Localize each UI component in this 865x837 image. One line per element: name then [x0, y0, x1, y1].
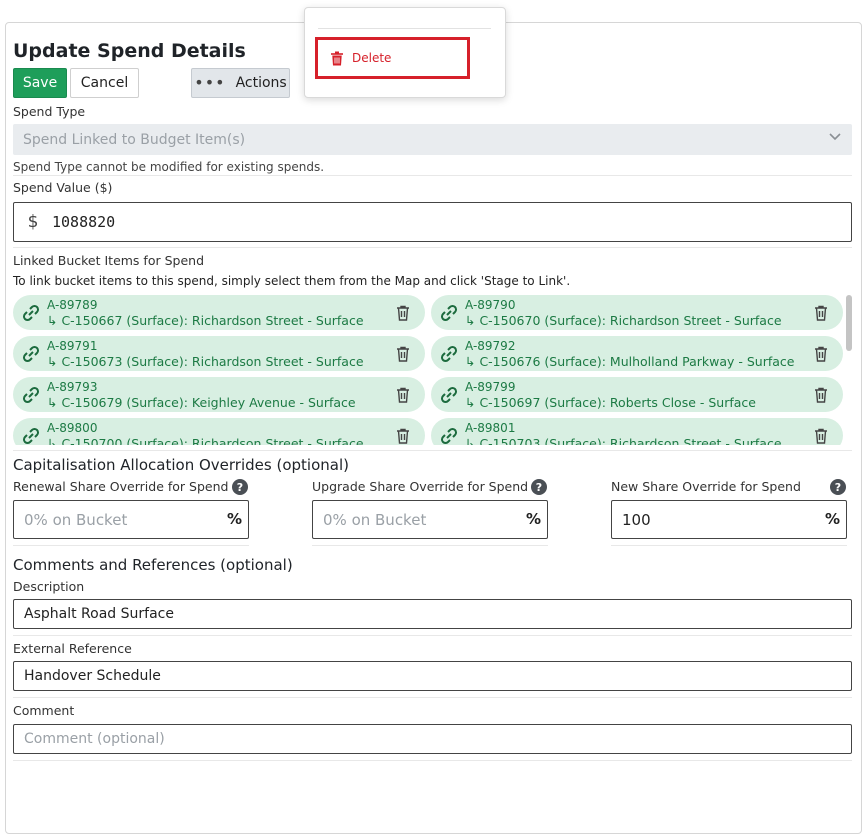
link-icon — [440, 386, 458, 404]
link-icon — [440, 427, 458, 445]
spend-type-label: Spend Type — [13, 104, 86, 119]
renewal-label: Renewal Share Override for Spend — [13, 479, 229, 494]
item-desc: ↳ C-150700 (Surface): Richardson Street … — [47, 436, 364, 445]
linked-items-scrollbar[interactable] — [846, 295, 852, 351]
menu-divider — [318, 28, 491, 29]
trash-icon[interactable] — [395, 428, 411, 444]
description-input[interactable]: Asphalt Road Surface — [13, 599, 852, 629]
page-title: Update Spend Details — [13, 40, 246, 62]
upgrade-share-input[interactable]: 0% on Bucket % — [312, 500, 548, 539]
help-icon[interactable]: ? — [531, 479, 547, 495]
trash-icon[interactable] — [395, 346, 411, 362]
spend-type-value: Spend Linked to Budget Item(s) — [23, 131, 246, 148]
linked-item-chip[interactable]: A-89789 ↳ C-150667 (Surface): Richardson … — [13, 295, 425, 330]
actions-button[interactable]: ••• Actions — [191, 68, 290, 98]
divider — [611, 545, 847, 546]
delete-menu-item[interactable]: Delete — [315, 37, 470, 79]
percent-icon: % — [525, 510, 541, 528]
divider — [13, 545, 249, 546]
item-id: A-89799 — [465, 380, 516, 394]
comments-title: Comments and References (optional) — [13, 556, 293, 574]
new-share-input[interactable]: 100 % — [611, 500, 847, 539]
spend-value-text: 1088820 — [52, 213, 116, 231]
percent-icon: % — [226, 510, 242, 528]
dollar-icon: $ — [27, 212, 39, 232]
item-desc: ↳ C-150667 (Surface): Richardson Street … — [47, 313, 364, 328]
link-icon — [22, 304, 40, 322]
link-icon — [440, 304, 458, 322]
new-share-value: 100 — [622, 510, 651, 529]
spend-value-input[interactable]: $ 1088820 — [13, 202, 852, 242]
item-id: A-89791 — [47, 339, 98, 353]
delete-label: Delete — [352, 51, 392, 65]
linked-item-chip[interactable]: A-89793 ↳ C-150679 (Surface): Keighley Av… — [13, 377, 425, 412]
cancel-button[interactable]: Cancel — [70, 68, 139, 98]
linked-items-label: Linked Bucket Items for Spend — [13, 253, 204, 268]
capitalisation-title: Capitalisation Allocation Overrides (opt… — [13, 456, 349, 474]
description-value: Asphalt Road Surface — [24, 606, 174, 622]
linked-items-list[interactable]: A-89789 ↳ C-150667 (Surface): Richardson … — [13, 293, 853, 445]
renewal-placeholder: 0% on Bucket — [24, 510, 128, 529]
item-id: A-89800 — [47, 421, 98, 435]
item-id: A-89789 — [47, 298, 98, 312]
link-icon — [22, 427, 40, 445]
upgrade-label: Upgrade Share Override for Spend — [312, 479, 529, 494]
item-id: A-89790 — [465, 298, 516, 312]
actions-label: Actions — [235, 75, 287, 91]
divider — [13, 697, 852, 698]
linked-item-chip[interactable]: A-89799 ↳ C-150697 (Surface): Roberts Clo… — [431, 377, 843, 412]
link-icon — [440, 345, 458, 363]
divider — [13, 635, 852, 636]
linked-item-chip[interactable]: A-89801 ↳ C-150703 (Surface): Richardson … — [431, 418, 843, 445]
spend-type-select: Spend Linked to Budget Item(s) — [13, 124, 852, 155]
linked-items-instruction: To link bucket items to this spend, simp… — [13, 274, 571, 288]
more-dots-icon: ••• — [194, 73, 226, 92]
spend-type-note: Spend Type cannot be modified for existi… — [13, 160, 325, 174]
divider — [312, 545, 548, 546]
trash-icon[interactable] — [813, 346, 829, 362]
help-icon[interactable]: ? — [830, 479, 846, 495]
item-desc: ↳ C-150679 (Surface): Keighley Avenue - … — [47, 395, 356, 410]
comment-placeholder: Comment (optional) — [24, 731, 165, 747]
actions-menu: Delete — [304, 7, 506, 98]
external-ref-label: External Reference — [13, 641, 132, 656]
link-icon — [22, 345, 40, 363]
item-desc: ↳ C-150673 (Surface): Richardson Street … — [47, 354, 364, 369]
linked-item-chip[interactable]: A-89790 ↳ C-150670 (Surface): Richardson … — [431, 295, 843, 330]
trash-icon[interactable] — [813, 428, 829, 444]
trash-icon[interactable] — [813, 305, 829, 321]
comment-label: Comment — [13, 703, 75, 718]
item-id: A-89793 — [47, 380, 98, 394]
description-label: Description — [13, 579, 85, 594]
percent-icon: % — [824, 510, 840, 528]
trash-icon[interactable] — [813, 387, 829, 403]
external-ref-value: Handover Schedule — [24, 668, 161, 684]
divider — [13, 760, 852, 761]
item-id: A-89801 — [465, 421, 516, 435]
divider — [13, 450, 852, 451]
item-desc: ↳ C-150676 (Surface): Mulholland Parkway… — [465, 354, 795, 369]
trash-icon[interactable] — [395, 387, 411, 403]
new-share-label: New Share Override for Spend — [611, 479, 801, 494]
item-id: A-89792 — [465, 339, 516, 353]
item-desc: ↳ C-150670 (Surface): Richardson Street … — [465, 313, 782, 328]
divider — [13, 175, 852, 176]
linked-item-chip[interactable]: A-89800 ↳ C-150700 (Surface): Richardson … — [13, 418, 425, 445]
external-ref-input[interactable]: Handover Schedule — [13, 661, 852, 691]
link-icon — [22, 386, 40, 404]
linked-item-chip[interactable]: A-89792 ↳ C-150676 (Surface): Mulholland … — [431, 336, 843, 371]
trash-icon — [331, 51, 343, 65]
item-desc: ↳ C-150697 (Surface): Roberts Close - Su… — [465, 395, 756, 410]
linked-item-chip[interactable]: A-89791 ↳ C-150673 (Surface): Richardson … — [13, 336, 425, 371]
divider — [13, 247, 852, 248]
upgrade-placeholder: 0% on Bucket — [323, 510, 427, 529]
item-desc: ↳ C-150703 (Surface): Richardson Street … — [465, 436, 782, 445]
comment-input[interactable]: Comment (optional) — [13, 724, 852, 754]
save-button[interactable]: Save — [13, 68, 67, 98]
renewal-share-input[interactable]: 0% on Bucket % — [13, 500, 249, 539]
help-icon[interactable]: ? — [232, 479, 248, 495]
trash-icon[interactable] — [395, 305, 411, 321]
chevron-down-icon — [829, 133, 841, 141]
spend-value-label: Spend Value ($) — [13, 180, 113, 195]
